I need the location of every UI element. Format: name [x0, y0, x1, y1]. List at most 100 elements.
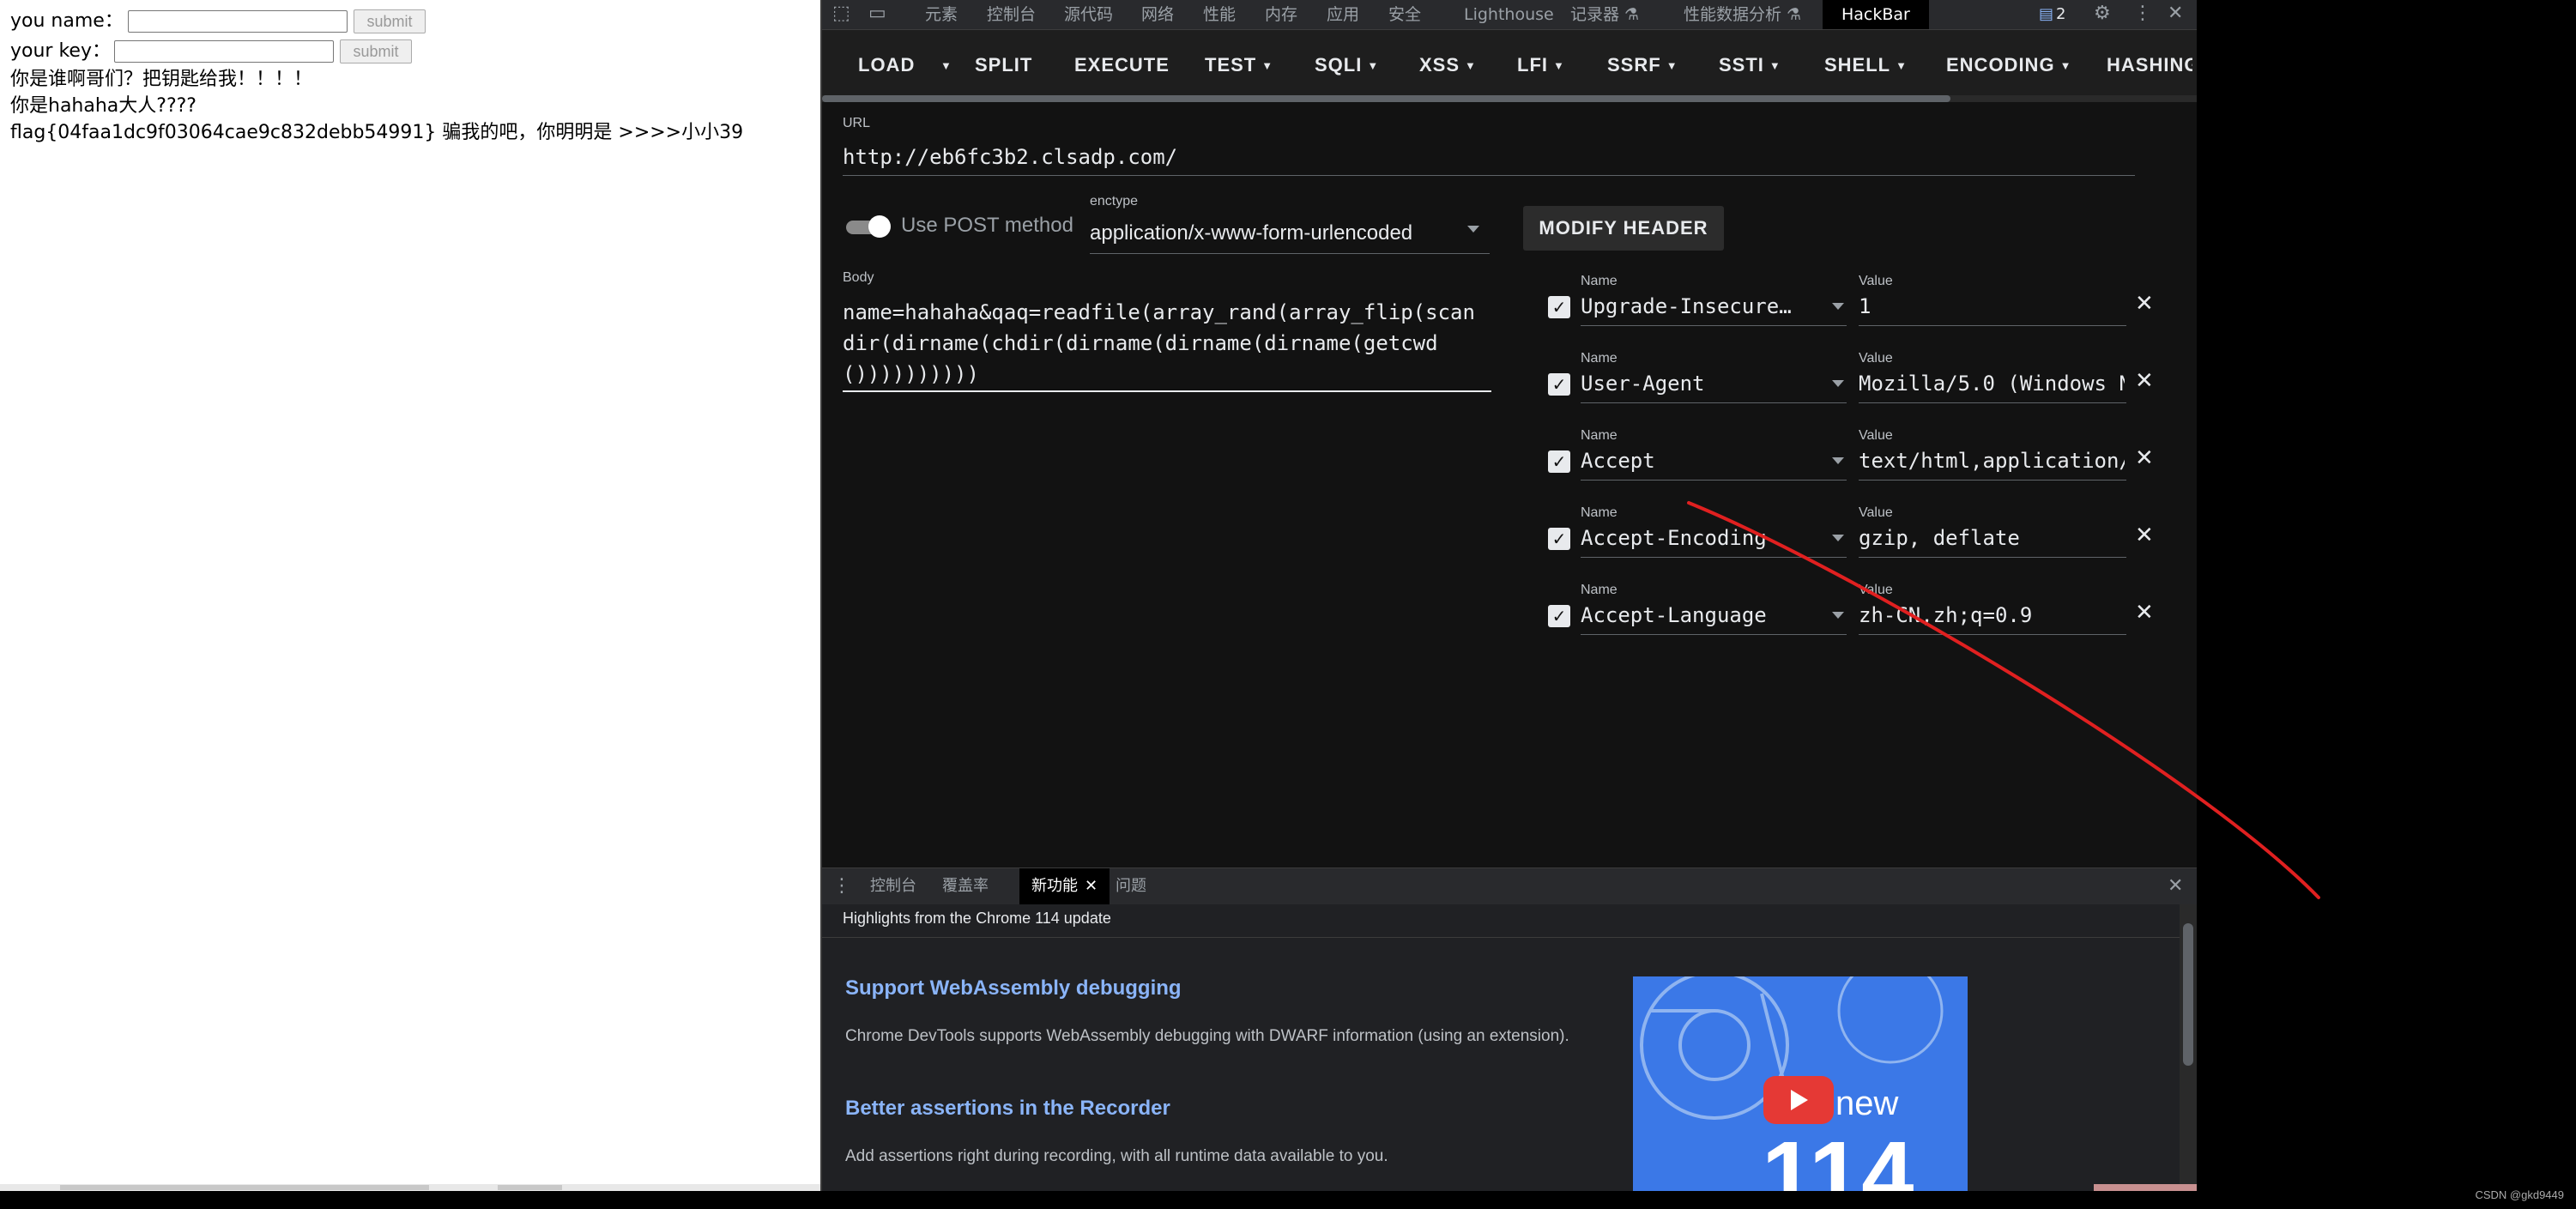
key-label: your key：: [10, 40, 111, 62]
drawer-tab-console[interactable]: 控制台: [870, 868, 916, 904]
remove-header-icon[interactable]: ✕: [2135, 445, 2154, 471]
tab-sources[interactable]: 源代码: [1064, 0, 1113, 29]
encoding-menu[interactable]: ENCODING ▼: [1946, 51, 2071, 80]
tab-security[interactable]: 安全: [1388, 0, 1421, 29]
header-value-label: Value: [1859, 351, 1893, 366]
tab-memory[interactable]: 内存: [1265, 0, 1297, 29]
drawer-menu-icon[interactable]: ⋮: [832, 868, 851, 904]
ssti-menu[interactable]: SSTI ▼: [1719, 51, 1781, 80]
play-icon[interactable]: [1763, 1076, 1834, 1124]
enctype-chevron-down-icon[interactable]: [1467, 226, 1479, 233]
tab-elements[interactable]: 元素: [925, 0, 958, 29]
header-name-label: Name: [1581, 351, 1618, 366]
name-input[interactable]: [128, 10, 348, 33]
header-row: ✓ Name Accept-Encoding Value gzip, defla…: [1534, 505, 2161, 581]
shell-menu[interactable]: SHELL ▼: [1824, 51, 1908, 80]
body-label: Body: [843, 270, 874, 285]
url-input[interactable]: http://eb6fc3b2.clsadp.com/: [843, 145, 1177, 169]
header-name-chevron-down-icon[interactable]: [1832, 457, 1844, 464]
feature-heading[interactable]: Support WebAssembly debugging: [845, 976, 1182, 1000]
header-name-label: Name: [1581, 274, 1618, 288]
load-dropdown-icon[interactable]: ▼: [935, 51, 952, 80]
hackbar-main: URL http://eb6fc3b2.clsadp.com/ Use POST…: [822, 102, 2197, 867]
remove-header-icon[interactable]: ✕: [2135, 291, 2154, 317]
modify-header-button[interactable]: MODIFY HEADER: [1523, 206, 1724, 251]
enctype-select[interactable]: application/x-www-form-urlencoded: [1090, 221, 1412, 245]
header-name-input[interactable]: Accept: [1581, 449, 1838, 473]
devtools-panel: ⬚ ▭ 元素 控制台 源代码 网络 性能 内存 应用 安全 Lighthouse…: [822, 0, 2197, 1191]
header-name-chevron-down-icon[interactable]: [1832, 303, 1844, 310]
load-button[interactable]: LOAD: [858, 51, 915, 80]
drawer-tab-whats-new[interactable]: 新功能 ✕: [1019, 868, 1110, 904]
header-name-input[interactable]: Upgrade-Insecure…: [1581, 294, 1838, 318]
header-checkbox[interactable]: ✓: [1548, 373, 1570, 396]
header-name-input[interactable]: Accept-Language: [1581, 603, 1838, 627]
drawer-tab-issues[interactable]: 问题: [1116, 868, 1146, 904]
header-value-input[interactable]: zh-CN,zh;q=0.9: [1859, 603, 2125, 627]
sqli-menu[interactable]: SQLI ▼: [1315, 51, 1379, 80]
post-method-toggle[interactable]: [843, 215, 891, 238]
hackbar-toolbar: LOAD ▼ SPLIT EXECUTE TEST ▼ SQLI ▼ XSS ▼ LF…: [822, 30, 2197, 97]
issues-badge-icon[interactable]: ▤ 2: [2039, 5, 2065, 23]
submit-key-button[interactable]: submit: [340, 39, 412, 63]
ssrf-menu[interactable]: SSRF ▼: [1607, 51, 1678, 80]
body-textarea[interactable]: name=hahaha&qaq=readfile(array_rand(arra…: [843, 297, 1486, 390]
drawer-scrollbar[interactable]: [2180, 904, 2197, 1191]
header-value-label: Value: [1859, 274, 1893, 288]
web-page: you name： submit your key： submit 你是谁啊哥们…: [0, 0, 820, 1184]
close-tab-icon[interactable]: ✕: [1085, 877, 1098, 895]
video-thumbnail[interactable]: new 114: [1633, 976, 1968, 1191]
test-menu[interactable]: TEST ▼: [1205, 51, 1273, 80]
header-value-input[interactable]: gzip, deflate: [1859, 526, 2125, 550]
header-checkbox[interactable]: ✓: [1548, 605, 1570, 627]
page-horizontal-scrollbar[interactable]: [0, 1184, 820, 1191]
device-toolbar-icon[interactable]: ▭: [868, 3, 886, 24]
tab-console[interactable]: 控制台: [987, 0, 1036, 29]
header-name-chevron-down-icon[interactable]: [1832, 535, 1844, 541]
url-label: URL: [843, 116, 871, 130]
remove-header-icon[interactable]: ✕: [2135, 523, 2154, 548]
header-value-input[interactable]: text/html,application/: [1859, 449, 2125, 473]
header-name-chevron-down-icon[interactable]: [1832, 612, 1844, 619]
tab-lighthouse[interactable]: Lighthouse: [1464, 0, 1554, 29]
close-drawer-icon[interactable]: ✕: [2168, 868, 2183, 904]
header-value-input[interactable]: 1: [1859, 294, 2125, 318]
lfi-label: LFI: [1517, 54, 1548, 76]
highlights-bar: Highlights from the Chrome 114 update: [822, 904, 2180, 938]
header-row: ✓ Name User-Agent Value Mozilla/5.0 (Win…: [1534, 351, 2161, 426]
tab-application[interactable]: 应用: [1327, 0, 1359, 29]
more-options-icon[interactable]: ⋮: [2133, 3, 2152, 24]
highlights-title: Highlights from the Chrome 114 update: [843, 910, 1111, 927]
tab-network[interactable]: 网络: [1141, 0, 1174, 29]
execute-button[interactable]: EXECUTE: [1074, 51, 1170, 80]
close-devtools-icon[interactable]: ✕: [2168, 3, 2183, 24]
header-value-input[interactable]: Mozilla/5.0 (Windows N: [1859, 372, 2125, 396]
header-checkbox[interactable]: ✓: [1548, 450, 1570, 473]
header-name-input[interactable]: Accept-Encoding: [1581, 526, 1838, 550]
header-checkbox[interactable]: ✓: [1548, 528, 1570, 550]
feature-heading[interactable]: Better assertions in the Recorder: [845, 1097, 1170, 1121]
header-name-input[interactable]: User-Agent: [1581, 372, 1838, 396]
key-input[interactable]: [114, 40, 334, 63]
remove-header-icon[interactable]: ✕: [2135, 600, 2154, 626]
header-name-chevron-down-icon[interactable]: [1832, 380, 1844, 387]
toolbar-scrollbar[interactable]: [822, 95, 2197, 102]
tab-performance-insights[interactable]: 性能数据分析 ⚗: [1684, 0, 1801, 29]
header-value-label: Value: [1859, 583, 1893, 597]
post-method-label: Use POST method: [901, 214, 1073, 237]
lfi-menu[interactable]: LFI ▼: [1517, 51, 1565, 80]
tab-performance[interactable]: 性能: [1203, 0, 1236, 29]
test-label: TEST: [1205, 54, 1257, 76]
remove-header-icon[interactable]: ✕: [2135, 368, 2154, 394]
hashing-menu[interactable]: HASHING: [2107, 51, 2192, 80]
drawer-tab-coverage[interactable]: 覆盖率: [942, 868, 989, 904]
submit-name-button[interactable]: submit: [354, 9, 426, 33]
enctype-label: enctype: [1090, 194, 1139, 209]
header-checkbox[interactable]: ✓: [1548, 296, 1570, 318]
settings-gear-icon[interactable]: ⚙: [2094, 3, 2111, 24]
tab-hackbar[interactable]: HackBar: [1823, 0, 1929, 29]
xss-menu[interactable]: XSS ▼: [1419, 51, 1477, 80]
inspect-icon[interactable]: ⬚: [832, 3, 850, 24]
tab-recorder[interactable]: 记录器 ⚗: [1570, 0, 1639, 29]
split-button[interactable]: SPLIT: [975, 51, 1032, 80]
